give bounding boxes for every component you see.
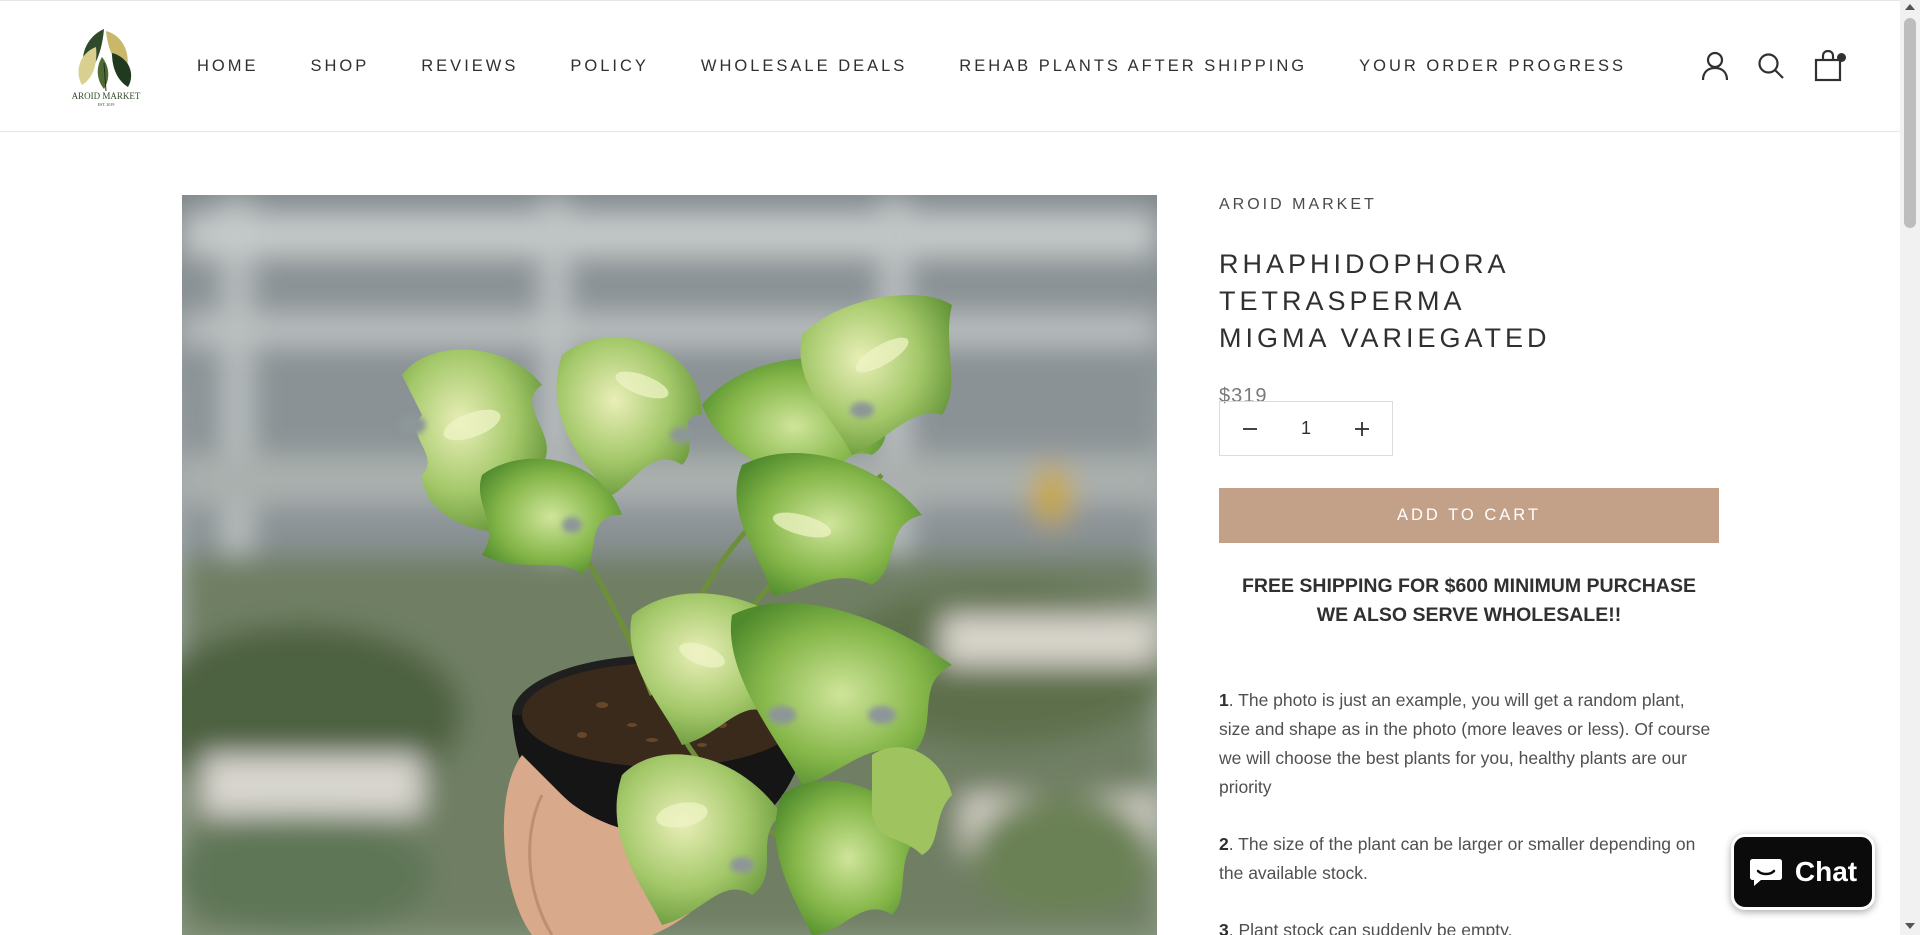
page-scrollbar[interactable] <box>1900 0 1920 935</box>
nav-item-order-progress[interactable]: YOUR ORDER PROGRESS <box>1359 57 1626 76</box>
search-icon[interactable] <box>1754 49 1788 83</box>
quantity-increase-button[interactable] <box>1332 402 1392 455</box>
description-item: 1. The photo is just an example, you wil… <box>1219 686 1719 802</box>
promo-banner: FREE SHIPPING FOR $600 MINIMUM PURCHASE … <box>1219 572 1719 630</box>
product-title: RHAPHIDOPHORA TETRASPERMA MIGMA VARIEGAT… <box>1219 246 1719 357</box>
chat-bubble-icon <box>1749 859 1782 886</box>
description-item-number: 3 <box>1219 920 1229 935</box>
svg-text:AROID MARKET: AROID MARKET <box>72 91 141 101</box>
nav-item-wholesale-deals[interactable]: WHOLESALE DEALS <box>701 57 907 76</box>
product-title-line2: MIGMA VARIEGATED <box>1219 323 1551 353</box>
promo-line-wholesale: WE ALSO SERVE WHOLESALE!! <box>1316 604 1622 626</box>
plus-icon <box>1355 421 1369 436</box>
product-info: AROID MARKET RHAPHIDOPHORA TETRASPERMA M… <box>1219 196 1719 935</box>
minus-icon <box>1243 427 1257 430</box>
nav-item-policy[interactable]: POLICY <box>570 57 649 76</box>
description-item-number: 2 <box>1219 834 1229 854</box>
product-vendor[interactable]: AROID MARKET <box>1219 196 1719 214</box>
nav-item-reviews[interactable]: REVIEWS <box>421 57 518 76</box>
product-image[interactable] <box>182 195 1157 935</box>
logo-leaf-icon: AROID MARKET EST. 2019 <box>72 29 141 107</box>
scrollbar-thumb[interactable] <box>1904 18 1916 228</box>
account-icon[interactable] <box>1698 49 1732 83</box>
site-header: AROID MARKET EST. 2019 HOME SHOP REVIEWS… <box>0 0 1900 132</box>
quantity-input[interactable]: 1 <box>1280 418 1332 439</box>
scroll-up-arrow-icon[interactable] <box>1905 4 1915 10</box>
promo-line-shipping: FREE SHIPPING FOR $600 MINIMUM PURCHASE <box>1242 575 1696 597</box>
cart-count-dot <box>1837 53 1846 62</box>
nav-item-home[interactable]: HOME <box>197 57 259 76</box>
chat-label: Chat <box>1794 856 1858 887</box>
chat-button[interactable]: Chat <box>1731 834 1875 910</box>
description-item-text: . The size of the plant can be larger or… <box>1219 834 1696 883</box>
store-logo[interactable]: AROID MARKET EST. 2019 <box>66 23 146 109</box>
svg-text:EST. 2019: EST. 2019 <box>98 102 115 107</box>
product-description: 1. The photo is just an example, you wil… <box>1219 686 1719 935</box>
page: AROID MARKET EST. 2019 HOME SHOP REVIEWS… <box>0 0 1900 935</box>
main-nav: HOME SHOP REVIEWS POLICY WHOLESALE DEALS… <box>197 57 1626 76</box>
nav-item-rehab-plants[interactable]: REHAB PLANTS AFTER SHIPPING <box>959 57 1307 76</box>
description-item-number: 1 <box>1219 690 1229 710</box>
cart-icon[interactable] <box>1811 49 1846 83</box>
nav-item-shop[interactable]: SHOP <box>311 57 370 76</box>
description-item: 2. The size of the plant can be larger o… <box>1219 830 1719 888</box>
add-to-cart-button[interactable]: ADD TO CART <box>1219 488 1719 543</box>
scroll-down-arrow-icon[interactable] <box>1905 923 1915 929</box>
quantity-decrease-button[interactable] <box>1220 402 1280 455</box>
description-item-text: . The photo is just an example, you will… <box>1219 690 1711 797</box>
description-item-text: . Plant stock can suddenly be empty. <box>1228 920 1513 935</box>
product-title-line1: RHAPHIDOPHORA TETRASPERMA <box>1219 249 1509 316</box>
quantity-stepper: 1 <box>1219 401 1393 456</box>
description-item: 3. Plant stock can suddenly be empty. <box>1219 916 1719 935</box>
